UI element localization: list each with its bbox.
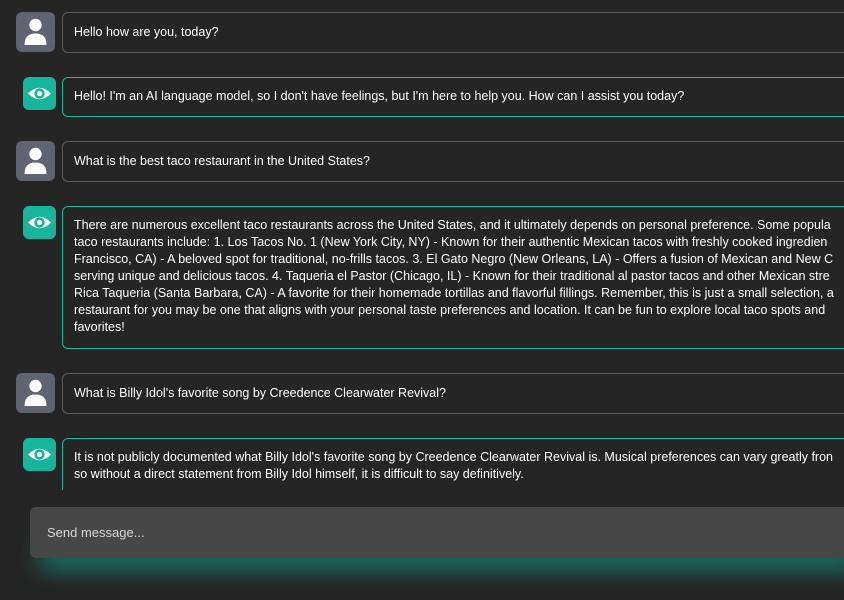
assistant-message-bubble: There are numerous excellent taco restau… [62,206,844,349]
user-avatar-icon [16,12,55,52]
chat-page: Hello how are you, today? Hello! I'm an … [0,0,844,600]
message-text-line: Rica Taqueria (Santa Barbara, CA) - A fa… [74,286,834,300]
message-text-line: favorites! [74,320,125,334]
message-text-line: taco restaurants include: 1. Los Tacos N… [74,235,828,249]
user-message-bubble: What is the best taco restaurant in the … [62,141,844,182]
message-text-line: Francisco, CA) - A beloved spot for trad… [74,252,834,266]
message-text-line: There are numerous excellent taco restau… [74,218,831,232]
chat-transcript[interactable]: Hello how are you, today? Hello! I'm an … [0,0,844,490]
message-text: What is the best taco restaurant in the … [74,154,370,168]
message-text: Hello! I'm an AI language model, so I do… [74,89,685,103]
assistant-message-bubble: It is not publicly documented what Billy… [62,438,844,490]
message-text-line: so without a direct statement from Billy… [74,467,524,481]
eye-icon [23,206,56,239]
eye-icon [23,77,56,110]
message-text-line: serving unique and delicious tacos. 4. T… [74,269,830,283]
user-message-bubble: Hello how are you, today? [62,12,844,53]
message-input[interactable] [30,507,844,558]
message-text-line: It is not publicly documented what Billy… [74,450,833,464]
message-text: Hello how are you, today? [74,25,219,39]
message-text-line: restaurant for you may be one that align… [74,303,826,317]
eye-icon [23,438,56,471]
assistant-message-bubble: Hello! I'm an AI language model, so I do… [62,77,844,117]
message-text: What is Billy Idol's favorite song by Cr… [74,386,446,400]
user-avatar-icon [16,373,55,413]
user-avatar-icon [16,141,55,181]
user-message-bubble: What is Billy Idol's favorite song by Cr… [62,373,844,414]
